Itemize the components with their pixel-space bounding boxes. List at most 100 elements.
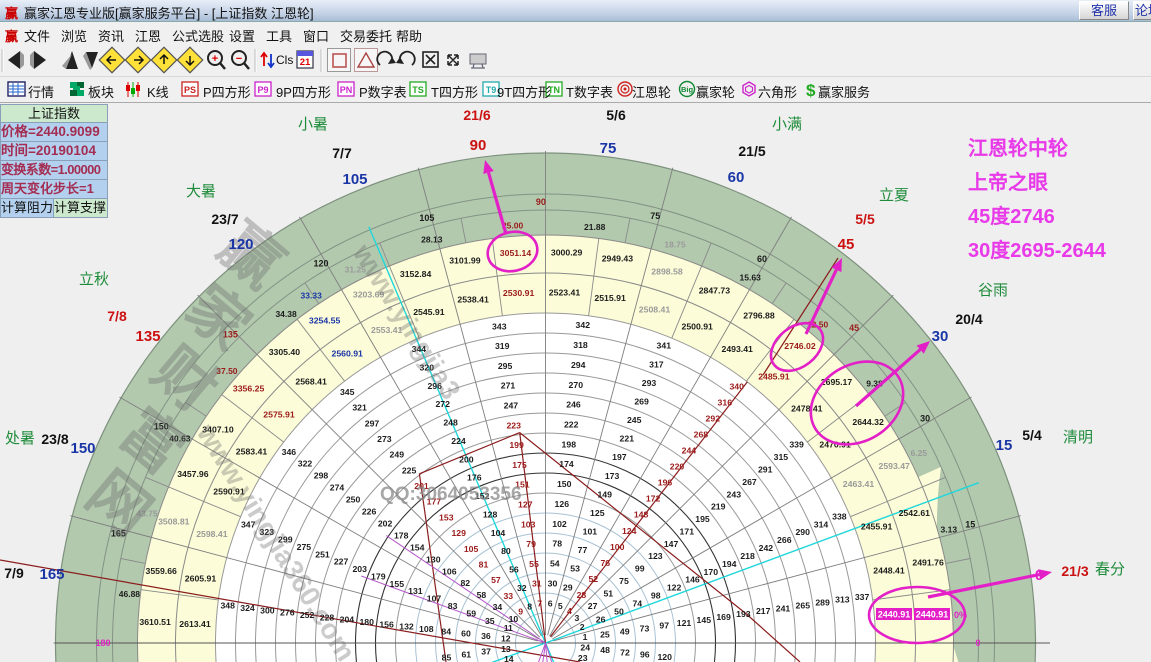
svg-text:2746.02: 2746.02 [784,341,816,351]
svg-text:172: 172 [646,494,661,504]
svg-text:45: 45 [838,236,855,253]
svg-text:194: 194 [722,559,737,569]
svg-text:225: 225 [402,465,417,475]
svg-text:107: 107 [427,594,442,604]
svg-text:3508.81: 3508.81 [158,517,190,527]
svg-text:31: 31 [532,579,542,589]
svg-text:3457.96: 3457.96 [177,469,209,479]
svg-text:2605.91: 2605.91 [185,573,217,583]
svg-text:243: 243 [727,489,742,499]
svg-text:2485.91: 2485.91 [758,372,790,382]
svg-text:248: 248 [443,418,458,428]
svg-text:314: 314 [814,519,829,529]
svg-text:193: 193 [736,609,751,619]
svg-text:122: 122 [667,583,682,593]
svg-text:317: 317 [649,359,664,369]
svg-text:128: 128 [483,509,498,519]
svg-text:96: 96 [640,650,650,660]
svg-text:176: 176 [467,473,482,483]
svg-text:32: 32 [517,583,527,593]
svg-text:155: 155 [390,579,405,589]
svg-text:150: 150 [557,479,572,489]
svg-text:81: 81 [479,560,489,570]
svg-text:15.63: 15.63 [740,272,762,282]
svg-text:5/4: 5/4 [1022,427,1042,443]
svg-text:11: 11 [504,623,513,633]
svg-text:265: 265 [796,601,811,611]
svg-text:2898.58: 2898.58 [651,266,683,276]
svg-text:49: 49 [620,627,630,637]
svg-text:2463.41: 2463.41 [843,479,875,489]
svg-text:QQ:3064053356: QQ:3064053356 [380,484,522,505]
svg-text:120: 120 [313,258,328,268]
svg-text:2796.88: 2796.88 [743,311,775,321]
svg-text:34: 34 [493,602,503,612]
svg-text:274: 274 [330,483,345,493]
svg-text:2560.91: 2560.91 [331,348,363,358]
svg-text:2440.91: 2440.91 [878,610,911,620]
svg-text:45度2746: 45度2746 [968,204,1055,228]
svg-text:2508.41: 2508.41 [639,304,671,314]
svg-text:106: 106 [442,566,457,576]
svg-text:21/5: 21/5 [738,143,765,159]
svg-text:34.38: 34.38 [275,309,297,319]
svg-text:198: 198 [562,439,577,449]
svg-text:322: 322 [298,459,313,469]
svg-text:15: 15 [965,519,975,529]
svg-text:295: 295 [498,361,513,371]
svg-text:30: 30 [920,414,930,424]
svg-text:90: 90 [536,197,546,207]
svg-text:80: 80 [501,546,511,556]
svg-text:江恩轮中轮: 江恩轮中轮 [968,136,1068,160]
svg-text:154: 154 [410,542,425,552]
svg-text:2598.41: 2598.41 [196,529,228,539]
svg-text:195: 195 [695,514,710,524]
svg-text:35: 35 [485,616,495,626]
svg-text:153: 153 [439,512,454,522]
svg-text:2542.61: 2542.61 [899,508,931,518]
svg-text:75: 75 [600,140,617,157]
svg-text:15: 15 [996,437,1013,454]
svg-text:小暑: 小暑 [298,116,328,133]
svg-text:131: 131 [408,586,423,596]
svg-text:98: 98 [651,591,661,601]
svg-text:−: − [236,53,242,65]
svg-text:3051.14: 3051.14 [500,248,532,258]
svg-text:313: 313 [835,595,850,605]
svg-text:75: 75 [650,211,660,221]
svg-text:28.13: 28.13 [421,235,443,245]
svg-text:76: 76 [600,558,610,568]
svg-text:45: 45 [849,323,859,333]
svg-text:54: 54 [550,559,560,569]
svg-text:25: 25 [600,629,610,639]
svg-text:104: 104 [491,528,506,538]
svg-text:121: 121 [677,618,692,628]
svg-text:297: 297 [365,418,380,428]
svg-text:126: 126 [555,499,570,509]
svg-text:3152.84: 3152.84 [400,269,432,279]
svg-text:125: 125 [590,508,605,518]
svg-text:Big: Big [681,85,694,94]
svg-text:203: 203 [352,564,367,574]
svg-text:9: 9 [518,607,523,617]
svg-text:1: 1 [583,632,588,642]
svg-text:59: 59 [466,608,476,618]
svg-text:147: 147 [664,539,679,549]
svg-text:219: 219 [711,502,726,512]
svg-text:30: 30 [548,578,558,588]
svg-text:2613.41: 2613.41 [179,619,211,629]
svg-text:7: 7 [537,598,542,608]
svg-text:2538.41: 2538.41 [457,295,489,305]
svg-text:2575.91: 2575.91 [263,410,295,420]
svg-text:大暑: 大暑 [186,183,216,200]
svg-text:218: 218 [740,551,755,561]
svg-text:291: 291 [758,465,773,475]
svg-text:清明: 清明 [1063,429,1093,446]
svg-text:90: 90 [470,137,487,154]
svg-text:29: 29 [563,582,573,592]
svg-text:123: 123 [648,551,663,561]
svg-text:21: 21 [300,57,311,68]
svg-text:250: 250 [346,495,361,505]
svg-text:270: 270 [569,380,584,390]
svg-text:4: 4 [567,606,572,616]
